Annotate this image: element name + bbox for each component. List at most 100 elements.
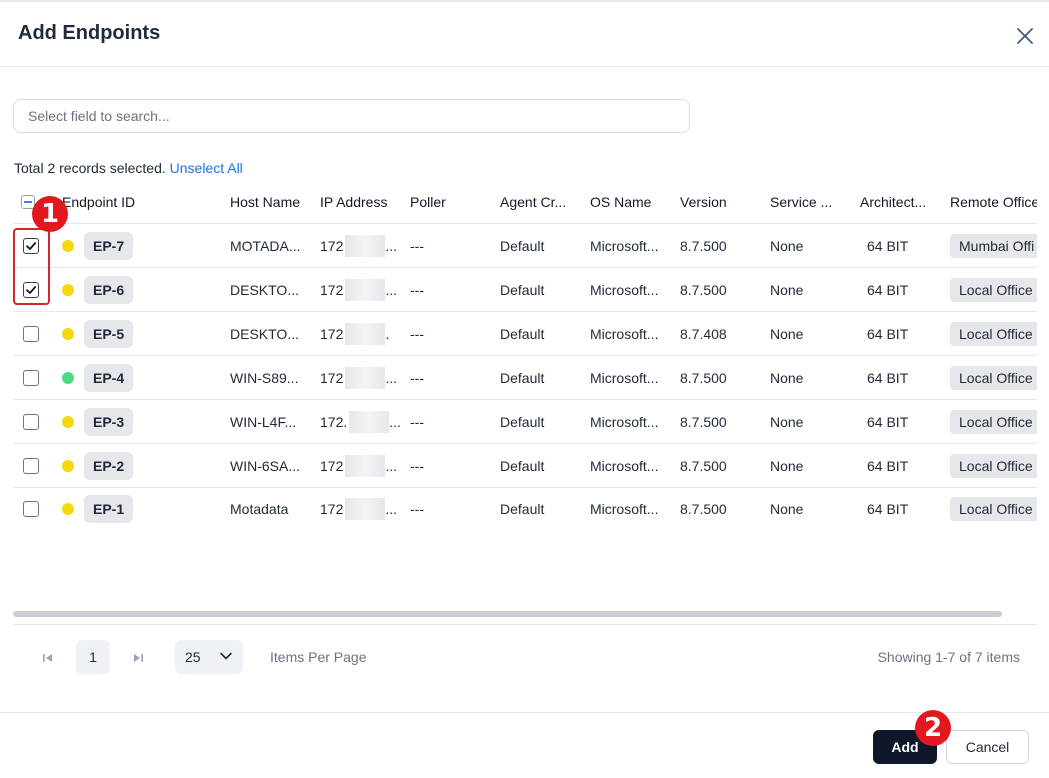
host-name-cell: DESKTO... [230,325,299,342]
ip-suffix: ... [385,281,398,298]
endpoint-id-cell: EP-2 [84,444,134,487]
service-cell: None [770,457,804,474]
poller-cell: --- [410,369,424,386]
checkbox-unchecked[interactable] [23,369,39,386]
checkbox-unchecked[interactable] [23,457,39,474]
status-dot [62,356,74,399]
service-cell: None [770,325,804,342]
os-name-cell: Microsoft... [590,369,659,386]
row-checkbox[interactable] [23,312,39,355]
agent-credential-cell: Default [500,369,545,386]
close-icon[interactable] [1013,24,1037,48]
endpoint-id-badge[interactable]: EP-4 [84,363,134,392]
agent-credential-cell: Default [500,413,545,430]
row-checkbox[interactable] [23,488,39,530]
endpoint-id-badge[interactable]: EP-7 [84,231,134,260]
ip-address-cell: 172. [320,312,404,355]
table-row[interactable]: EP-2 WIN-6SA... 172... --- Default Microsoft.… [13,443,1037,487]
last-page-icon[interactable] [130,650,146,666]
endpoint-id-badge[interactable]: EP-2 [84,451,134,480]
version-cell: 8.7.500 [680,457,727,474]
col-ip-address[interactable]: IP Address [320,180,404,223]
host-name-cell: WIN-S89... [230,369,299,386]
annotation-step-2-badge: 2 [915,710,951,746]
checkbox-unchecked[interactable] [23,325,39,342]
col-architecture[interactable]: Architect... [860,180,944,223]
poller-cell: --- [410,281,424,298]
architecture-cell: 64 BIT [867,413,909,430]
ip-redacted [345,498,386,520]
agent-credential-cell: Default [500,237,545,254]
architecture-cell: 64 BIT [867,237,909,254]
pagination-bar: 1 25 Items Per Page Showing 1-7 of 7 ite… [13,640,1037,676]
remote-office-badge: Local Office [950,321,1037,346]
architecture-cell: 64 BIT [867,281,909,298]
col-remote-office[interactable]: Remote Office [950,180,1037,223]
search-field[interactable] [13,99,690,133]
endpoint-id-badge[interactable]: EP-6 [84,275,134,304]
checkbox-unchecked[interactable] [23,501,39,517]
endpoint-id-badge[interactable]: EP-1 [84,495,134,523]
endpoint-id-cell: EP-5 [84,312,134,355]
cancel-button[interactable]: Cancel [946,730,1029,764]
version-cell: 8.7.500 [680,501,727,517]
col-host-name[interactable]: Host Name [230,180,314,223]
architecture-cell: 64 BIT [867,369,909,386]
add-endpoints-dialog: Add Endpoints Total 2 records selected. … [0,0,1049,778]
col-agent-credential[interactable]: Agent Cr... [500,180,584,223]
agent-credential-cell: Default [500,325,545,342]
page-size-select[interactable]: 25 [175,640,243,674]
ip-redacted [345,234,386,257]
remote-office-badge: Local Office [950,277,1037,302]
ip-address-cell: 172... [320,224,404,267]
row-checkbox[interactable] [23,400,39,443]
row-checkbox[interactable] [23,356,39,399]
os-name-cell: Microsoft... [590,281,659,298]
ip-suffix: ... [385,237,398,254]
unselect-all-link[interactable]: Unselect All [170,160,243,176]
ip-prefix: 172 [320,325,344,342]
status-indicator [62,371,74,384]
col-version[interactable]: Version [680,180,764,223]
ip-prefix: 172 [320,501,344,517]
checkbox-unchecked[interactable] [23,413,39,430]
table-row[interactable]: EP-5 DESKTO... 172. --- Default Microsoft... 8… [13,311,1037,355]
status-indicator [62,327,74,340]
ip-prefix: 172 [320,237,344,254]
version-cell: 8.7.500 [680,237,727,254]
host-name-cell: WIN-6SA... [230,457,301,474]
selection-summary: Total 2 records selected. Unselect All [14,160,243,176]
first-page-icon[interactable] [40,650,56,666]
remote-office-cell: Local Office [950,268,1037,311]
search-input[interactable] [14,100,689,132]
ip-prefix: 172 [320,281,344,298]
endpoint-id-badge[interactable]: EP-3 [84,407,134,436]
table-row[interactable]: EP-3 WIN-L4F... 172.... --- Default Microsoft… [13,399,1037,443]
status-dot [62,400,74,443]
endpoint-id-cell: EP-6 [84,268,134,311]
os-name-cell: Microsoft... [590,413,659,430]
ip-suffix: ... [385,457,398,474]
status-dot [62,312,74,355]
col-endpoint-id[interactable]: Endpoint ID [62,180,222,223]
endpoint-id-badge[interactable]: EP-5 [84,319,134,348]
endpoint-id-cell: EP-3 [84,400,134,443]
remote-office-badge: Mumbai Offi [950,233,1037,258]
col-os-name[interactable]: OS Name [590,180,674,223]
endpoint-id-cell: EP-1 [84,488,134,530]
service-cell: None [770,369,804,386]
status-indicator [62,459,74,472]
col-service[interactable]: Service ... [770,180,854,223]
page-number-current[interactable]: 1 [76,640,110,674]
selection-count-text: Total 2 records selected. [14,160,166,176]
poller-cell: --- [410,501,424,517]
remote-office-cell: Mumbai Offi [950,224,1037,267]
chevron-down-icon [219,649,233,666]
table-row[interactable]: EP-4 WIN-S89... 172... --- Default Microsoft.… [13,355,1037,399]
row-checkbox[interactable] [23,444,39,487]
table-row[interactable]: EP-1 Motadata 172... --- Default Microsoft...… [13,487,1037,530]
col-poller[interactable]: Poller [410,180,494,223]
table-row[interactable]: EP-6 DESKTO... 172... --- Default Microsoft..… [13,267,1037,311]
horizontal-scrollbar[interactable] [13,611,1002,617]
table-row[interactable]: EP-7 MOTADA... 172... --- Default Microsoft..… [13,223,1037,267]
